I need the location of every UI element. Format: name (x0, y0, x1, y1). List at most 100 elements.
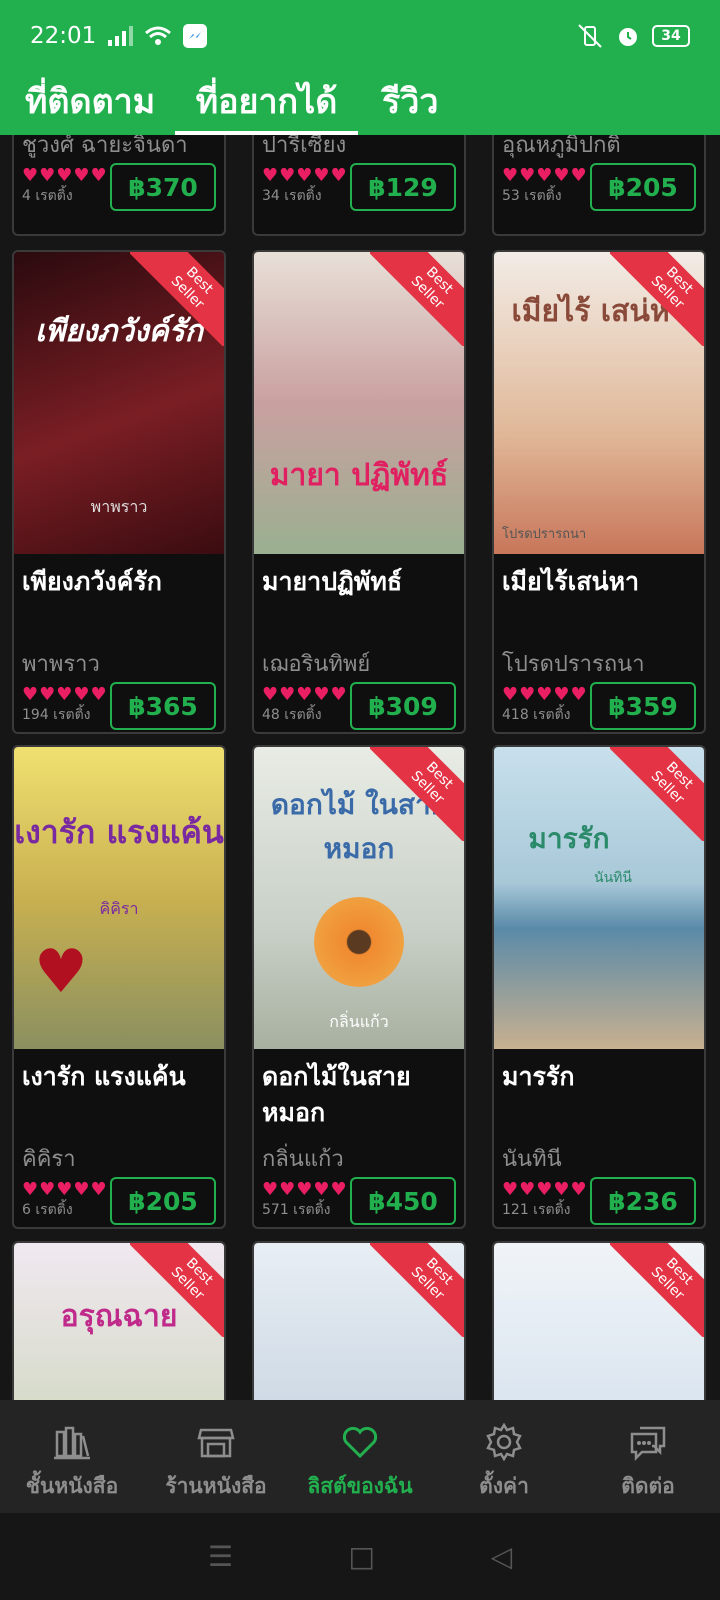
nav-contact[interactable]: ติดต่อ (576, 1400, 720, 1513)
nav-settings[interactable]: ตั้งค่า (432, 1400, 576, 1513)
book-cover[interactable]: Best Seller (494, 1243, 704, 1400)
nav-label: ลิสต์ของฉัน (307, 1474, 413, 1498)
book-card[interactable]: Best Seller (492, 1241, 706, 1400)
book-title: เงารัก แรงแค้น (22, 1062, 186, 1091)
nav-my-list[interactable]: ลิสต์ของฉัน (288, 1400, 432, 1513)
nav-label: ร้านหนังสือ (165, 1474, 267, 1498)
price-button[interactable]: ฿236 (590, 1177, 696, 1225)
recents-icon[interactable]: ☰ (208, 1540, 233, 1573)
tab-reviews[interactable]: รีวิว (382, 66, 438, 135)
price-button[interactable]: ฿365 (110, 682, 216, 730)
rating-hearts: ♥♥♥♥♥ (22, 165, 108, 186)
price-button[interactable]: ฿359 (590, 682, 696, 730)
rating-count: 6 เรตติ้ง (22, 1202, 73, 1218)
chat-icon (630, 1426, 666, 1462)
book-card[interactable]: มารรัก นันทินี Best Seller มารรัก นันทินี… (492, 745, 706, 1229)
status-bar: 22:01 34 (30, 18, 690, 54)
bookshelf-icon (54, 1426, 90, 1460)
book-cover[interactable]: อรุณฉาย Best Seller (14, 1243, 224, 1400)
rating-count: 34 เรตติ้ง (262, 188, 322, 204)
rating-count: 194 เรตติ้ง (22, 707, 91, 723)
nav-bookstore[interactable]: ร้านหนังสือ (144, 1400, 288, 1513)
book-author: เฌอรินทิพย์ (262, 652, 371, 677)
rating-count: 121 เรตติ้ง (502, 1202, 571, 1218)
cover-title: เงารัก แรงแค้น (14, 813, 224, 851)
best-seller-badge: Best Seller (370, 747, 464, 841)
best-seller-badge: Best Seller (370, 1243, 464, 1337)
battery-indicator: 34 (652, 25, 690, 47)
nav-label: ตั้งค่า (479, 1474, 529, 1498)
back-icon[interactable]: ◁ (491, 1540, 513, 1573)
cover-author: นันทินี (594, 870, 632, 886)
price-button[interactable]: ฿205 (110, 1177, 216, 1225)
nav-label: ชั้นหนังสือ (25, 1474, 119, 1498)
book-author: อุณหภูมิปกติ (502, 135, 621, 158)
book-author: ปารีเซียง (262, 135, 347, 158)
price-button[interactable]: ฿370 (110, 163, 216, 211)
book-card[interactable]: ปารีเซียง ♥♥♥♥♥ 34 เรตติ้ง ฿129 (252, 135, 466, 236)
rating-count: 418 เรตติ้ง (502, 707, 571, 723)
price-button[interactable]: ฿129 (350, 163, 456, 211)
tab-wishlist[interactable]: ที่อยากได้ (175, 66, 358, 135)
bottom-navigation: ชั้นหนังสือ ร้านหนังสือ ลิสต์ของฉัน ตั้ง… (0, 1400, 720, 1513)
book-card[interactable]: ดอกไม้ ในสายหมอก กลิ่นแก้ว Best Seller ดอ… (252, 745, 466, 1229)
rating-hearts: ♥♥♥♥♥ (502, 684, 588, 705)
book-title: มายาปฏิพัทธ์ (262, 567, 403, 596)
rating-hearts: ♥♥♥♥♥ (262, 1179, 348, 1200)
rating-count: 48 เรตติ้ง (262, 707, 322, 723)
gear-icon (486, 1422, 522, 1462)
book-title: ดอกไม้ในสายหมอก (262, 1062, 411, 1127)
rating-count: 53 เรตติ้ง (502, 188, 562, 204)
alarm-icon (619, 28, 637, 46)
nav-label: ติดต่อ (621, 1474, 675, 1498)
book-grid[interactable]: ชูวงศ์ ฉายะจินดา ♥♥♥♥♥ 4 เรตติ้ง ฿370 ปาร… (0, 135, 720, 1400)
system-navigation-bar: ☰ □ ◁ (0, 1513, 720, 1600)
book-card[interactable]: อุณหภูมิปกติ ♥♥♥♥♥ 53 เรตติ้ง ฿205 (492, 135, 706, 236)
rating-count: 4 เรตติ้ง (22, 188, 73, 204)
rating-hearts: ♥♥♥♥♥ (22, 684, 108, 705)
book-cover[interactable]: มายา ปฏิพัทธ์ Best Seller (254, 252, 464, 554)
book-cover[interactable]: เพียงภวังค์รัก พาพราว Best Seller (14, 252, 224, 554)
flower-illustration (314, 897, 404, 987)
book-card[interactable]: อรุณฉาย Best Seller (12, 1241, 226, 1400)
price-button[interactable]: ฿450 (350, 1177, 456, 1225)
cover-author: โปรดปรารถนา (502, 527, 587, 542)
book-cover[interactable]: Best Seller (254, 1243, 464, 1400)
rating-hearts: ♥♥♥♥♥ (262, 165, 348, 186)
rating-count: 571 เรตติ้ง (262, 1202, 331, 1218)
book-cover[interactable]: ดอกไม้ ในสายหมอก กลิ่นแก้ว Best Seller (254, 747, 464, 1049)
tab-following[interactable]: ที่ติดตาม (25, 66, 155, 135)
nav-bookshelf[interactable]: ชั้นหนังสือ (0, 1400, 144, 1513)
signal-icon (108, 26, 134, 46)
tab-bar: ที่ติดตาม ที่อยากได้ รีวิว (0, 66, 720, 135)
heart-icon (342, 1426, 378, 1459)
book-cover[interactable]: เมียไร้ เสน่หา โปรดปรารถนา Best Seller (494, 252, 704, 554)
store-icon (197, 1428, 235, 1458)
book-card[interactable]: ชูวงศ์ ฉายะจินดา ♥♥♥♥♥ 4 เรตติ้ง ฿370 (12, 135, 226, 236)
cover-author: พาพราว (90, 497, 148, 516)
book-card[interactable]: มายา ปฏิพัทธ์ Best Seller มายาปฏิพัทธ์ เฌ… (252, 250, 466, 734)
book-title: เพียงภวังค์รัก (22, 567, 162, 596)
best-seller-badge: Best Seller (370, 252, 464, 346)
best-seller-badge: Best Seller (610, 252, 704, 346)
price-button[interactable]: ฿309 (350, 682, 456, 730)
status-time: 22:01 (30, 23, 97, 49)
heart-glass-illustration: ♥ (34, 937, 88, 1007)
rating-hearts: ♥♥♥♥♥ (262, 684, 348, 705)
book-cover[interactable]: มารรัก นันทินี Best Seller (494, 747, 704, 1049)
rating-hearts: ♥♥♥♥♥ (502, 165, 588, 186)
book-author: โปรดปรารถนา (502, 652, 645, 677)
book-card[interactable]: เงารัก แรงแค้น คิคิรา ♥ เงารัก แรงแค้น ค… (12, 745, 226, 1229)
book-card[interactable]: เพียงภวังค์รัก พาพราว Best Seller เพียงภว… (12, 250, 226, 734)
book-card[interactable]: Best Seller (252, 1241, 466, 1400)
price-button[interactable]: ฿205 (590, 163, 696, 211)
book-author: คิคิรา (22, 1147, 76, 1172)
book-card[interactable]: เมียไร้ เสน่หา โปรดปรารถนา Best Seller เม… (492, 250, 706, 734)
book-author: ชูวงศ์ ฉายะจินดา (22, 135, 188, 158)
vibrate-off-icon (578, 24, 602, 48)
home-icon[interactable]: □ (349, 1540, 375, 1573)
book-cover[interactable]: เงารัก แรงแค้น คิคิรา ♥ (14, 747, 224, 1049)
cover-author: คิคิรา (99, 899, 139, 918)
book-author: พาพราว (22, 652, 100, 677)
cover-author: กลิ่นแก้ว (329, 1012, 389, 1031)
